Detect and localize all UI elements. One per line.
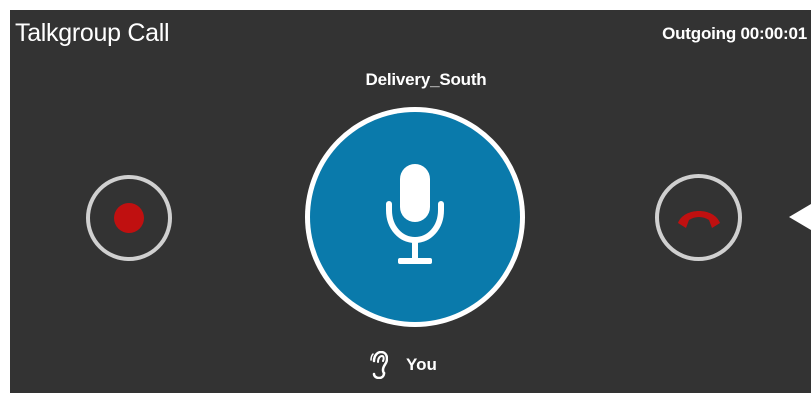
talkgroup-name: Delivery_South xyxy=(365,70,487,89)
phone-hangup-icon xyxy=(678,211,720,228)
record-button[interactable] xyxy=(86,175,172,261)
current-speaker: You xyxy=(370,350,437,380)
push-to-talk-circle xyxy=(310,112,520,322)
push-to-talk-button[interactable] xyxy=(305,107,525,327)
ear-icon xyxy=(370,351,388,379)
record-icon xyxy=(114,203,144,233)
speaker-name: You xyxy=(406,355,437,374)
call-title: Talkgroup Call xyxy=(15,19,170,47)
hang-up-button[interactable] xyxy=(655,174,742,261)
call-status-timer: Outgoing 00:00:01 xyxy=(662,24,807,43)
caret-left-icon[interactable] xyxy=(789,204,811,230)
talkgroup-call-panel: Talkgroup Call Outgoing 00:00:01 Deliver… xyxy=(10,10,811,393)
microphone-icon xyxy=(386,164,444,264)
